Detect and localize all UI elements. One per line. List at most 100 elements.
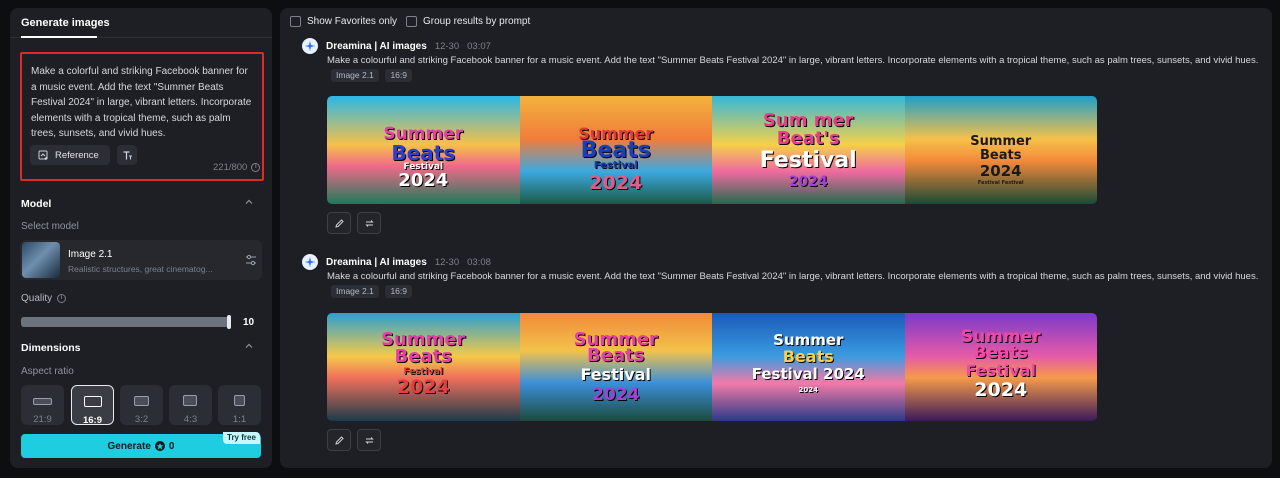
prompt-text[interactable]: Make a colorful and striking Facebook ba… [31, 64, 255, 142]
group-source: Dreamina | AI images [326, 40, 427, 52]
edit-button[interactable] [327, 429, 351, 451]
ratio-option-1-1[interactable]: 1:1 [218, 385, 261, 425]
image-title-line: 2024 [396, 376, 450, 398]
ratio-label: 16:9 [82, 415, 102, 425]
reference-icon [38, 150, 48, 160]
ratio-label: 4:3 [183, 414, 198, 425]
ratio-label: 1:1 [232, 414, 247, 425]
ratio-label: 21:9 [33, 414, 52, 425]
ratio-option-21-9[interactable]: 21:9 [21, 385, 64, 425]
image-title-line: Beats [980, 148, 1022, 163]
group-prompt-text: Make a colourful and striking Facebook b… [327, 55, 1259, 66]
sliders-icon[interactable] [244, 253, 258, 267]
image-title-line: 2024 [592, 385, 640, 405]
group-by-prompt-label: Group results by prompt [423, 16, 531, 27]
group-date: 12-30 [434, 40, 460, 52]
dimensions-chevron-up-icon[interactable] [245, 342, 253, 350]
char-counter: 221/800 i [213, 162, 261, 173]
text-style-button[interactable] [117, 145, 137, 165]
info-icon[interactable]: i [251, 163, 261, 172]
image-title-line: Summer [970, 134, 1032, 149]
group-time: 03:07 [467, 40, 491, 52]
image-title-line: Festival [759, 148, 857, 173]
ratio-option-4-3[interactable]: 4:3 [169, 385, 212, 425]
generate-label: Generate [107, 440, 151, 452]
image-title-line: Beats [394, 346, 452, 367]
chevron-up-icon[interactable] [245, 198, 253, 206]
generated-image[interactable]: Summer Beats Festival 2024 [519, 313, 712, 421]
image-title-line: Festival [593, 160, 638, 171]
quality-info-icon[interactable]: i [57, 294, 66, 303]
quality-label: Quality [21, 293, 53, 304]
generated-image[interactable]: Summer Beats Festival 2024 [327, 313, 520, 421]
tab-generate-images[interactable]: Generate images [21, 17, 110, 29]
group-header: Dreamina | AI images 12-30 03:07 [302, 38, 491, 54]
image-title-line: 2024 [398, 170, 449, 191]
model-name: Image 2.1 [68, 249, 113, 260]
model-description: Realistic structures, great cinematog... [68, 264, 213, 274]
image-title-line: Festival Festival [977, 180, 1024, 186]
generate-panel: Generate images Make a colorful and stri… [10, 8, 272, 468]
image-title-line: Beats [587, 345, 645, 366]
dimensions-section-title: Dimensions [21, 342, 81, 354]
edit-button[interactable] [327, 212, 351, 234]
reference-label: Reference [55, 149, 99, 161]
group-by-prompt-checkbox[interactable] [406, 16, 417, 27]
generated-image[interactable]: Summer Beats Festival 2024 [904, 313, 1097, 421]
reference-button[interactable]: Reference [30, 145, 110, 165]
ratio-tag: 16:9 [385, 285, 412, 298]
group-source: Dreamina | AI images [326, 256, 427, 268]
quality-slider-thumb[interactable] [227, 315, 231, 329]
quality-slider[interactable] [21, 317, 231, 327]
group-by-prompt-toggle[interactable]: Group results by prompt [406, 16, 530, 27]
image-row: Summer Beats Festival 2024 Summer Beats … [327, 96, 1097, 204]
show-favorites-toggle[interactable]: Show Favorites only [290, 16, 397, 27]
aspect-ratio-label: Aspect ratio [21, 366, 74, 377]
image-title-line: 2024 [979, 162, 1022, 180]
image-title-line: Festival [580, 365, 652, 384]
model-tag: Image 2.1 [331, 285, 379, 298]
ratio-4-3-icon [183, 395, 197, 406]
dreamina-logo-icon [302, 38, 318, 54]
regenerate-button[interactable] [357, 429, 381, 451]
ratio-1-1-icon [234, 395, 245, 406]
credit-icon [154, 441, 165, 451]
tab-underline [21, 36, 97, 38]
image-title-line: Beat's [776, 128, 840, 149]
group-header: Dreamina | AI images 12-30 03:08 [302, 254, 491, 270]
quality-slider-fill [21, 317, 231, 327]
image-title-line: 2024 [788, 174, 828, 190]
ratio-label: 3:2 [134, 414, 149, 425]
regenerate-button[interactable] [357, 212, 381, 234]
generate-cost: 0 [168, 440, 175, 452]
group-prompt: Make a colourful and striking Facebook b… [327, 269, 1267, 301]
image-title-line: Festival 2024 [751, 365, 865, 383]
image-title-line: 2024 [798, 386, 818, 394]
ratio-21-9-icon [33, 398, 52, 405]
group-time: 03:08 [467, 256, 491, 268]
generated-image[interactable]: Summer Beats Festival 2024 [327, 96, 520, 204]
ratio-16-9-icon [84, 396, 102, 407]
ratio-option-3-2[interactable]: 3:2 [120, 385, 163, 425]
image-row: Summer Beats Festival 2024 Summer Beats … [327, 313, 1097, 421]
model-section-title: Model [21, 198, 52, 210]
image-title-line: Beats [973, 343, 1028, 363]
image-title-line: 2024 [589, 172, 643, 194]
regenerate-icon [364, 219, 374, 227]
model-selector[interactable]: Image 2.1 Realistic structures, great ci… [20, 240, 262, 280]
pencil-icon [334, 435, 344, 445]
generated-image[interactable]: Summer Beats Festival 2024 2024 [712, 313, 905, 421]
show-favorites-checkbox[interactable] [290, 16, 301, 27]
regenerate-icon [364, 436, 374, 444]
ratio-option-16-9[interactable]: 16:9 [71, 385, 114, 425]
tab-bar: Generate images [10, 8, 272, 38]
group-prompt: Make a colourful and striking Facebook b… [327, 53, 1267, 85]
dreamina-logo-icon [302, 254, 318, 270]
try-free-badge: Try free [223, 432, 260, 444]
group-prompt-text: Make a colourful and striking Facebook b… [327, 271, 1259, 282]
generated-image[interactable]: Sum mer Beat's Festival 2024 [712, 96, 905, 204]
image-title-line: 2024 [974, 379, 1028, 401]
generated-image[interactable]: Summer Beats 2024 Festival Festival [904, 96, 1097, 204]
show-favorites-label: Show Favorites only [307, 16, 398, 27]
generated-image[interactable]: Summer Beats Festival 2024 [519, 96, 712, 204]
